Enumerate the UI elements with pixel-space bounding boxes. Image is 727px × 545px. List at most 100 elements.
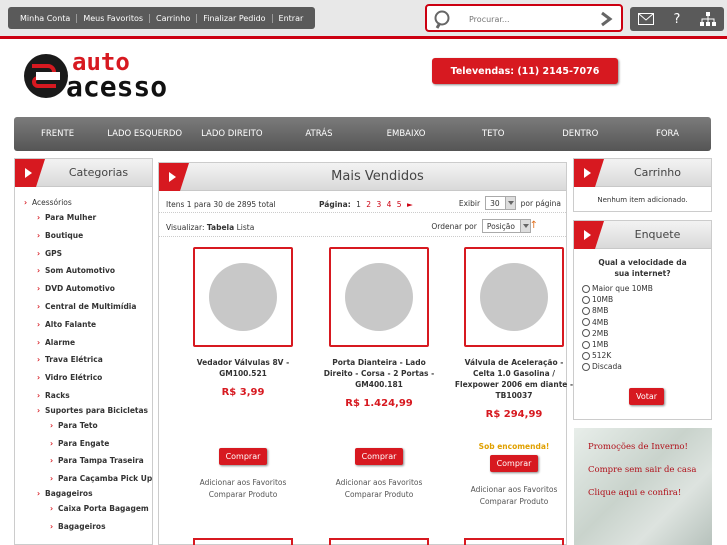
poll-option[interactable]: Discada (582, 361, 711, 372)
site-logo[interactable]: auto acesso (22, 46, 262, 102)
page-2[interactable]: 2 (366, 200, 371, 209)
category-item[interactable]: Alto Falante (15, 316, 152, 334)
radio-icon[interactable] (582, 362, 590, 371)
add-to-favorites-link[interactable]: Adicionar aos Favoritos (449, 484, 579, 496)
category-item[interactable]: Central de Multimídia (15, 298, 152, 316)
poll-panel: Enquete Qual a velocidade da sua interne… (573, 220, 712, 420)
per-page-control: Exibir 30 por página (459, 196, 561, 210)
poll-option[interactable]: 2MB (582, 328, 711, 339)
page-4[interactable]: 4 (387, 200, 392, 209)
page-1[interactable]: 1 (356, 200, 361, 209)
category-item[interactable]: Para Engate (15, 435, 152, 453)
nav-lado-direito[interactable]: LADO DIREITO (188, 129, 275, 139)
categories-panel: Categorias AcessóriosPara MulherBoutique… (14, 158, 153, 545)
category-item[interactable]: Para Tampa Traseira (15, 452, 152, 470)
poll-option[interactable]: 4MB (582, 317, 711, 328)
product-image[interactable] (329, 247, 429, 347)
nav-atras[interactable]: ATRÁS (275, 129, 362, 139)
poll-option[interactable]: 512K (582, 350, 711, 361)
product-price: R$ 3,99 (221, 387, 265, 398)
buy-button[interactable]: Comprar (354, 448, 404, 465)
category-item[interactable]: Boutique (15, 227, 152, 245)
compare-link[interactable]: Comparar Produto (314, 489, 444, 501)
poll-option[interactable]: Maior que 10MB (582, 283, 711, 294)
product-name[interactable]: Vedador Válvulas 8V - GM100.521 (178, 357, 308, 379)
link-carrinho[interactable]: Carrinho (149, 13, 196, 23)
radio-icon[interactable] (582, 318, 590, 327)
per-page-select[interactable]: 30 (485, 196, 516, 210)
next-page-icon[interactable]: ► (407, 200, 413, 209)
categories-header: Categorias (15, 159, 152, 187)
nav-fora[interactable]: FORA (624, 129, 711, 139)
category-item[interactable]: Som Automotivo (15, 262, 152, 280)
poll-options: Maior que 10MB 10MB 8MB 4MB 2MB 1MB 512K… (582, 283, 711, 373)
nav-frente[interactable]: FRENTE (14, 129, 101, 139)
category-item[interactable]: Racks (15, 387, 152, 405)
nav-embaixo[interactable]: EMBAIXO (363, 129, 450, 139)
category-item[interactable]: DVD Automotivo (15, 280, 152, 298)
category-item[interactable]: Bagageiros (15, 518, 152, 536)
poll-option[interactable]: 1MB (582, 339, 711, 350)
link-minha-conta[interactable]: Minha Conta (14, 14, 76, 23)
radio-icon[interactable] (582, 295, 590, 304)
product-image[interactable] (193, 538, 293, 545)
product-links: Adicionar aos Favoritos Comparar Produto (178, 477, 308, 501)
cart-panel: Carrinho Nenhum item adicionado. (573, 158, 712, 212)
nav-teto[interactable]: TETO (450, 129, 537, 139)
chevron-right-icon[interactable] (599, 11, 613, 27)
product-name[interactable]: Válvula de Aceleração - Celta 1.0 Gasoli… (449, 357, 579, 401)
add-to-favorites-link[interactable]: Adicionar aos Favoritos (314, 477, 444, 489)
category-item[interactable]: Caixa Porta Bagagem (15, 500, 152, 518)
page-3[interactable]: 3 (376, 200, 381, 209)
category-item[interactable]: Acessórios (15, 197, 152, 209)
product-name[interactable]: Porta Dianteira - Lado Direito - Corsa -… (314, 357, 444, 390)
link-entrar[interactable]: Entrar (271, 13, 310, 23)
help-icon[interactable]: ? (667, 10, 687, 28)
link-finalizar-pedido[interactable]: Finalizar Pedido (196, 13, 271, 23)
product-price: R$ 1.424,99 (345, 398, 413, 409)
vote-button[interactable]: Votar (629, 388, 665, 405)
sort-control: Ordenar por Posição (431, 219, 536, 233)
compare-link[interactable]: Comparar Produto (178, 489, 308, 501)
product-image[interactable] (329, 538, 429, 545)
compare-link[interactable]: Comparar Produto (449, 496, 579, 508)
buy-button[interactable]: Comprar (489, 455, 539, 472)
product-image[interactable] (464, 538, 564, 545)
category-item[interactable]: Para Mulher (15, 209, 152, 227)
cart-header: Carrinho (574, 159, 711, 187)
placeholder-logo-icon (345, 263, 413, 331)
mail-icon[interactable] (636, 10, 656, 28)
category-item[interactable]: Para Caçamba Pick Up (15, 470, 152, 488)
search-input[interactable] (469, 12, 589, 26)
category-item[interactable]: Trava Elétrica (15, 351, 152, 369)
category-item[interactable]: GPS (15, 245, 152, 263)
sitemap-icon[interactable] (698, 10, 718, 28)
add-to-favorites-link[interactable]: Adicionar aos Favoritos (178, 477, 308, 489)
nav-lado-esquerdo[interactable]: LADO ESQUERDO (101, 129, 188, 139)
view-list[interactable]: Lista (237, 223, 255, 232)
category-item[interactable]: Alarme (15, 334, 152, 352)
nav-dentro[interactable]: DENTRO (537, 129, 624, 139)
sort-select[interactable]: Posição (481, 219, 531, 233)
radio-icon[interactable] (582, 340, 590, 349)
poll-option[interactable]: 10MB (582, 294, 711, 305)
radio-icon[interactable] (582, 329, 590, 338)
product-image[interactable] (193, 247, 293, 347)
product-image[interactable] (464, 247, 564, 347)
poll-option[interactable]: 8MB (582, 305, 711, 316)
category-item[interactable]: Suportes para Bicicletas (15, 405, 152, 417)
buy-button[interactable]: Comprar (218, 448, 268, 465)
radio-icon[interactable] (582, 351, 590, 360)
promo-banner[interactable]: Promoções de Inverno! Compre sem sair de… (574, 428, 712, 545)
category-item[interactable]: Bagageiros (15, 488, 152, 500)
page-5[interactable]: 5 (397, 200, 402, 209)
sort-direction-icon[interactable]: ↑ (530, 220, 538, 231)
category-item[interactable]: Para Teto (15, 417, 152, 435)
category-item[interactable]: Vidro Elétrico (15, 369, 152, 387)
link-meus-favoritos[interactable]: Meus Favoritos (76, 13, 149, 23)
radio-icon[interactable] (582, 284, 590, 293)
search-icon[interactable] (433, 9, 455, 31)
promo-line-2: Compre sem sair de casa (588, 465, 697, 475)
radio-icon[interactable] (582, 306, 590, 315)
pager: Página: 1 2 3 4 5 ► (319, 200, 413, 209)
